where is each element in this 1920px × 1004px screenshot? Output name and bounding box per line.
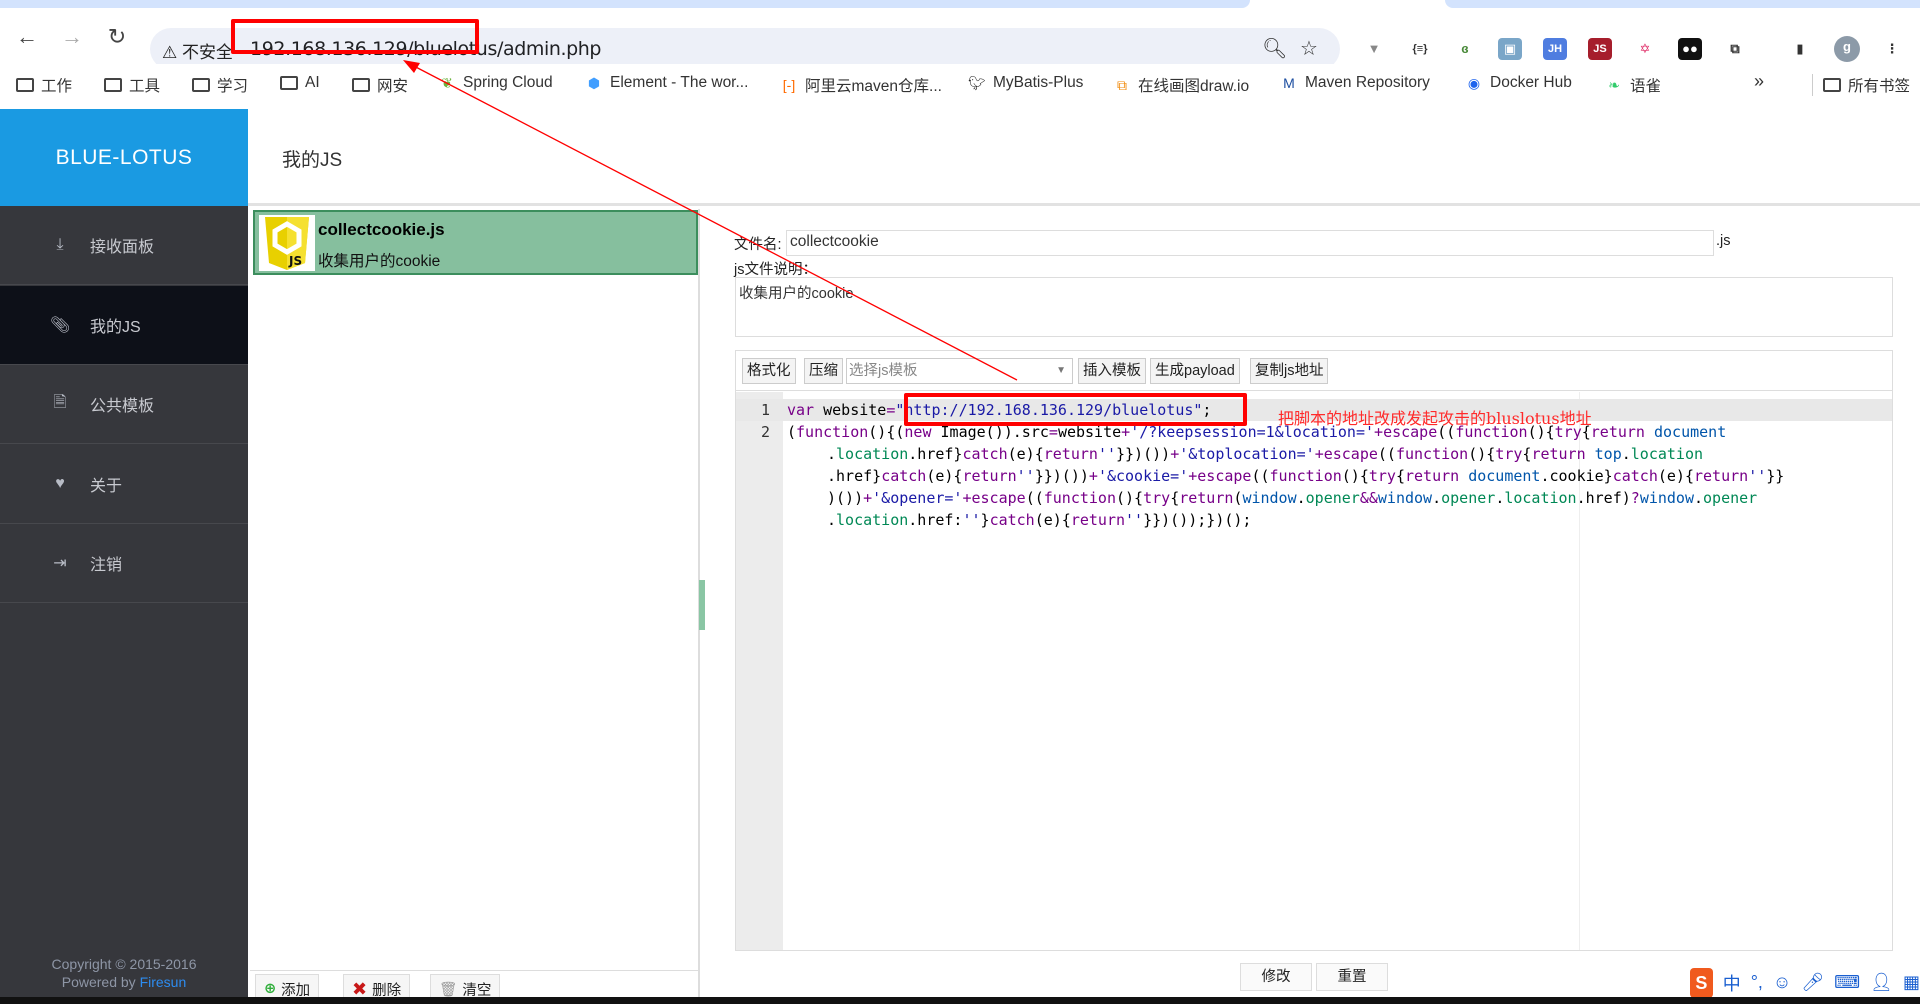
punctuation-icon[interactable]: °,: [1751, 972, 1763, 993]
sogou-icon[interactable]: S: [1690, 967, 1713, 998]
annotation-arrow: [403, 60, 1018, 381]
taskbar: [0, 997, 1920, 1004]
keyboard-icon[interactable]: ⌨: [1834, 972, 1860, 993]
user-icon[interactable]: 👤︎: [1870, 972, 1893, 993]
emoji-icon[interactable]: ☺: [1773, 972, 1791, 993]
annotation-text: 把脚本的地址改成发起攻击的bluslotus地址: [1278, 409, 1592, 428]
ime-toolbar[interactable]: S 中 °, ☺ 🎤︎ ⌨ 👤︎ ▦: [1690, 965, 1920, 1000]
mic-icon[interactable]: 🎤︎: [1801, 972, 1824, 993]
chinese-mode-icon[interactable]: 中: [1723, 970, 1741, 996]
grid-icon[interactable]: ▦: [1903, 972, 1920, 993]
